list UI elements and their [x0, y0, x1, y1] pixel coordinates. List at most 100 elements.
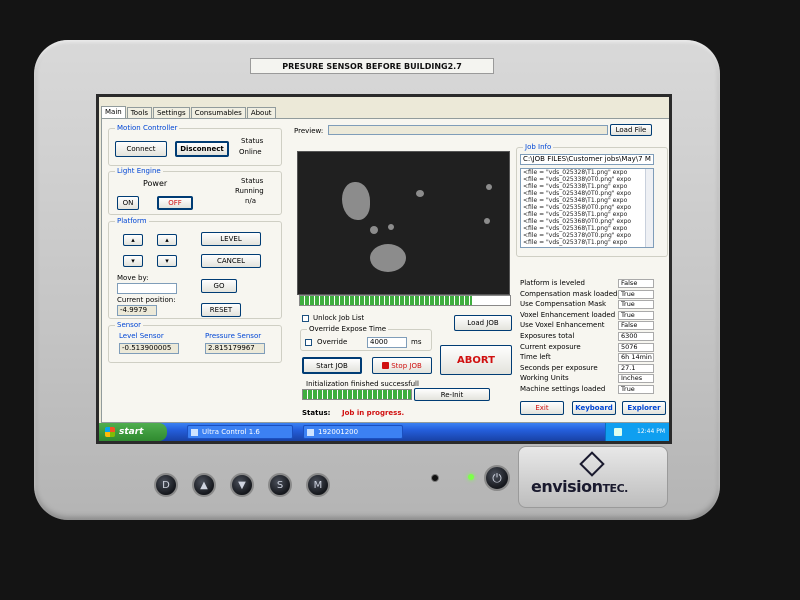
taskbar-item-display[interactable]: 192001200 [303, 425, 403, 439]
level-button[interactable]: LEVEL [201, 232, 261, 246]
job-file-list[interactable]: <file = "vds_025328\T1.png" expo <file = … [520, 168, 654, 248]
hw-button-down[interactable]: ▼ [230, 473, 254, 497]
exit-button[interactable]: Exit [520, 401, 564, 415]
list-item[interactable]: <file = "vds_025338\0T0.png" expo [521, 176, 653, 183]
list-item[interactable]: <file = "vds_025348\0T0.png" expo [521, 190, 653, 197]
power-led [468, 474, 474, 480]
info-value: Inches [618, 374, 654, 384]
sensor-title: Sensor [115, 321, 143, 329]
tab-consumables[interactable]: Consumables [190, 107, 246, 118]
taskbar-item-label: 192001200 [318, 428, 359, 436]
list-item[interactable]: <file = "vds_025368\T1.png" expo [521, 225, 653, 232]
connect-button[interactable]: Connect [115, 141, 167, 157]
override-ms-input[interactable]: 4000 [367, 337, 407, 348]
info-row: Seconds per exposure 27.1 [520, 363, 669, 374]
brand-logo: envisionTEC. [531, 477, 628, 496]
pressure-sensor-value: 2.815179967 [205, 343, 265, 354]
tab-tools[interactable]: Tools [126, 107, 152, 118]
power-button[interactable]: ⏻ [484, 465, 510, 491]
platform-fast-up-button[interactable]: ▴ [157, 234, 177, 246]
off-button[interactable]: OFF [157, 196, 193, 210]
info-row: Working Units Inches [520, 374, 669, 384]
abort-button[interactable]: ABORT [440, 345, 512, 375]
power-icon: ⏻ [492, 470, 502, 485]
tab-about[interactable]: About [246, 107, 276, 118]
info-row: Voxel Enhancement loaded True [520, 310, 669, 321]
tab-main[interactable]: Main [101, 106, 126, 118]
unlock-job-list-label: Unlock Job List [313, 314, 365, 322]
info-value: True [618, 385, 654, 394]
move-by-input[interactable] [117, 283, 177, 294]
tab-bar: Main Tools Settings Consumables About [101, 106, 277, 118]
platform-fast-down-button[interactable]: ▾ [157, 255, 177, 267]
info-key: Machine settings loaded [520, 385, 606, 393]
go-button[interactable]: GO [201, 279, 237, 293]
stop-job-button[interactable]: Stop JOB [372, 357, 432, 374]
info-value: True [618, 310, 654, 320]
start-button[interactable]: start [99, 423, 167, 441]
hw-button-up[interactable]: ▲ [192, 473, 216, 497]
start-label: start [119, 427, 144, 437]
info-value: True [618, 300, 654, 310]
init-status-label: Initialization finished successfull [306, 380, 419, 388]
ir-sensor [431, 474, 439, 482]
motion-controller-title: Motion Controller [115, 124, 180, 132]
override-checkbox[interactable] [305, 339, 312, 346]
info-key: Seconds per exposure [520, 363, 598, 372]
unlock-job-list-checkbox[interactable] [302, 315, 309, 322]
hw-button-m[interactable]: M [306, 473, 330, 497]
platform-down-button[interactable]: ▾ [123, 255, 143, 267]
platform-up-button[interactable]: ▴ [123, 234, 143, 246]
light-engine-title: Light Engine [115, 167, 163, 175]
reinit-button[interactable]: Re-Init [414, 388, 490, 401]
info-key: Platform is leveled [520, 279, 585, 287]
taskbar-item-label: Ultra Control 1.6 [202, 428, 260, 436]
info-value: False [618, 321, 654, 331]
keyboard-button[interactable]: Keyboard [572, 401, 616, 415]
hw-button-s[interactable]: S [268, 473, 292, 497]
explorer-button[interactable]: Explorer [622, 401, 666, 415]
list-item[interactable]: <file = "vds_025358\T1.png" expo [521, 211, 653, 218]
override-expose-title: Override Expose Time [307, 325, 389, 333]
network-icon[interactable] [614, 428, 622, 436]
info-key: Current exposure [520, 342, 581, 351]
status-label: Status: [302, 409, 331, 417]
cancel-button[interactable]: CANCEL [201, 254, 261, 268]
disconnect-button[interactable]: Disconnect [175, 141, 229, 157]
preview-blob [486, 184, 492, 190]
on-button[interactable]: ON [117, 196, 139, 210]
load-file-button[interactable]: Load File [610, 124, 652, 136]
list-item[interactable]: <file = "vds_025328\T1.png" expo [521, 169, 653, 176]
list-item[interactable]: <file = "vds_025358\0T0.png" expo [521, 204, 653, 211]
down-arrow-icon: ▾ [131, 257, 135, 265]
windows-taskbar: start Ultra Control 1.6 192001200 12:44 … [99, 423, 669, 441]
motion-controller-group: Motion Controller Connect Disconnect Sta… [108, 124, 282, 166]
taskbar-item-ultra-control[interactable]: Ultra Control 1.6 [187, 425, 293, 439]
preview-blob [342, 182, 370, 220]
list-item[interactable]: <file = "vds_025348\T1.png" expo [521, 197, 653, 204]
info-row: Use Compensation Mask True [520, 300, 669, 310]
app-icon [307, 429, 314, 436]
reset-button[interactable]: RESET [201, 303, 241, 317]
start-job-button[interactable]: Start JOB [302, 357, 362, 374]
stop-job-label: Stop JOB [391, 361, 422, 370]
list-item[interactable]: <file = "vds_025378\0T0.png" expo [521, 232, 653, 239]
load-job-button[interactable]: Load JOB [454, 315, 512, 331]
info-row: Use Voxel Enhancement False [520, 321, 669, 331]
hw-button-d[interactable]: D [154, 473, 178, 497]
level-sensor-label: Level Sensor [119, 332, 164, 340]
list-item[interactable]: <file = "vds_025368\0T0.png" expo [521, 218, 653, 225]
ms-unit-label: ms [411, 338, 422, 346]
job-list-scrollbar[interactable] [645, 169, 653, 247]
down-arrow-icon: ▾ [165, 257, 169, 265]
preview-blob [388, 224, 394, 230]
list-item[interactable]: <file = "vds_025378\T1.png" expo [521, 239, 653, 246]
up-arrow-icon: ▴ [131, 236, 135, 244]
info-value: 6300 [618, 332, 654, 341]
tab-settings[interactable]: Settings [152, 107, 190, 118]
info-key: Exposures total [520, 332, 575, 340]
info-key: Use Compensation Mask [520, 300, 607, 309]
light-engine-group: Light Engine Power Status Running n/a ON… [108, 167, 282, 215]
list-item[interactable]: <file = "vds_025338\T1.png" expo [521, 183, 653, 190]
platform-group: Platform ▴ ▴ LEVEL ▾ ▾ CANCEL Move by: G… [108, 217, 282, 319]
